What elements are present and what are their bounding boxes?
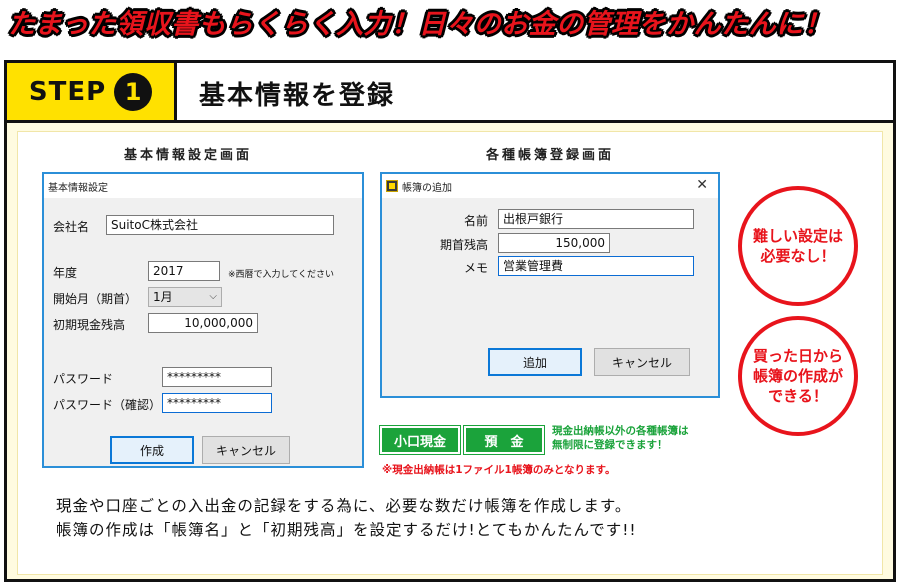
step-frame: STEP 1 基本情報を登録 基本情報設定画面 基本情報設定 会社名 Suito… [4,60,896,582]
cashbook-note: ※現金出納帳は1ファイル1帳簿のみとなります。 [382,464,616,476]
ledger-unlimited-line1: 現金出納帳以外の各種帳簿は [552,425,689,437]
deposit-tag: 預 金 [463,425,545,455]
step-number: 1 [114,72,153,111]
ledger-unlimited-text: 現金出納帳以外の各種帳簿は 無制限に登録できます！ [552,424,689,452]
headline: たまった領収書もらくらく入力！日々のお金の管理をかんたんに！ [8,9,832,40]
start-month-value: 1月 [153,290,173,304]
close-icon[interactable]: ✕ [696,177,708,193]
content-area: 基本情報設定画面 基本情報設定 会社名 SuitoC株式会社 年度 2017 ※… [17,131,883,575]
basic-info-window-title: 基本情報設定 [48,182,108,194]
add-ledger-window-title: 帳簿の追加 [402,182,452,194]
password-confirm-label: パスワード（確認） [53,398,162,412]
step-badge: STEP 1 [7,63,177,120]
chevron-down-icon: ⌵ [209,291,217,302]
callout-no-setup-line1: 難しい設定は [752,226,843,245]
company-label: 会社名 [53,220,90,234]
name-input[interactable]: 出根戸銀行 [498,209,694,229]
memo-input[interactable]: 営業管理費 [498,256,694,276]
step-label: STEP [28,76,107,107]
callout-start-today-line1: 買った日から [752,346,843,365]
year-input[interactable]: 2017 [148,261,220,281]
year-note: ※西暦で入力してください [228,270,335,280]
add-ledger-titlebar: 帳簿の追加 ✕ [382,174,718,198]
memo-label: メモ [464,261,489,275]
password-label: パスワード [53,372,114,386]
initial-cash-label: 初期現金残高 [53,318,126,332]
step-header: STEP 1 基本情報を登録 [7,63,893,123]
petty-cash-tag: 小口現金 [379,425,461,455]
callout-start-today-line3: できる！ [768,387,828,406]
callout-start-today: 買った日から 帳簿の作成が できる！ [738,316,858,436]
opening-balance-label: 期首残高 [440,238,489,252]
callout-no-setup: 難しい設定は 必要なし！ [738,186,858,306]
year-label: 年度 [53,266,78,280]
right-caption: 各種帳簿登録画面 [486,148,615,163]
create-button[interactable]: 作成 [110,436,194,464]
basic-info-titlebar: 基本情報設定 [44,174,362,198]
company-input[interactable]: SuitoC株式会社 [106,215,334,235]
basic-info-dialog: 基本情報設定 会社名 SuitoC株式会社 年度 2017 ※西暦で入力してくだ… [42,172,364,468]
description-line2: 帳簿の作成は「帳簿名」と「初期残高」を設定するだけ!とてもかんたんです!! [56,521,637,539]
ledger-unlimited-line2: 無制限に登録できます！ [552,439,668,452]
password-confirm-input[interactable]: ********* [162,393,272,413]
opening-balance-input[interactable]: 150,000 [498,233,610,253]
cancel-button[interactable]: キャンセル [202,436,290,464]
basic-info-body: 会社名 SuitoC株式会社 年度 2017 ※西暦で入力してください 開始月（… [44,198,362,466]
password-input[interactable]: ********* [162,367,272,387]
callout-no-setup-line2: 必要なし！ [760,247,836,265]
add-ledger-dialog: 帳簿の追加 ✕ 名前 出根戸銀行 期首残高 150,000 メモ 営業管理費 追… [380,172,720,398]
initial-cash-input[interactable]: 10,000,000 [148,313,258,333]
start-month-select[interactable]: 1月 ⌵ [148,287,222,307]
left-caption: 基本情報設定画面 [124,148,253,163]
ledger-cancel-button[interactable]: キャンセル [594,348,690,376]
app-icon [386,180,398,192]
start-month-label: 開始月（期首） [53,292,138,306]
description-line1: 現金や口座ごとの入出金の記録をする為に、必要な数だけ帳簿を作成します。 [56,497,632,515]
step-title: 基本情報を登録 [199,81,396,111]
name-label: 名前 [464,214,489,228]
add-button[interactable]: 追加 [488,348,582,376]
add-ledger-body: 名前 出根戸銀行 期首残高 150,000 メモ 営業管理費 追加 キャンセル [382,198,718,396]
callout-start-today-line2: 帳簿の作成が [752,366,843,385]
